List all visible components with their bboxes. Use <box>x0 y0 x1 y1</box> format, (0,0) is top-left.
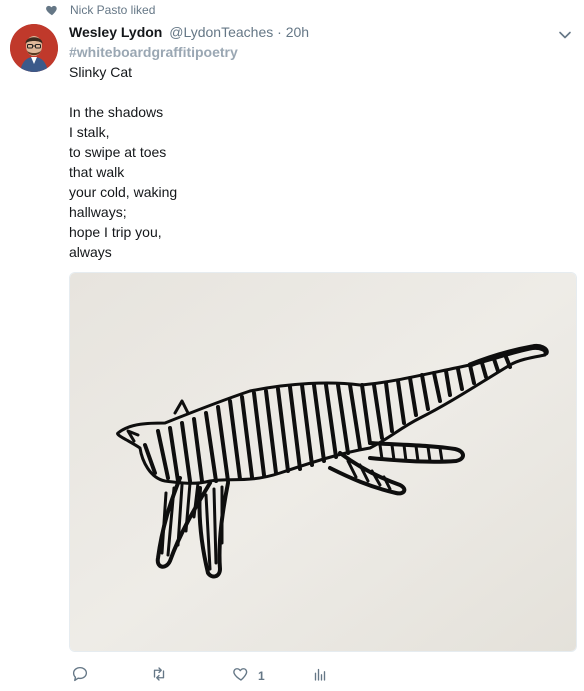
social-context-text[interactable]: Nick Pasto liked <box>70 3 155 17</box>
tweet-media-image[interactable] <box>69 272 577 652</box>
tweet-line: to swipe at toes <box>69 144 167 160</box>
header-separator: · <box>277 24 282 40</box>
analytics-button[interactable] <box>311 667 329 685</box>
tweet-header: Wesley Lydon @LydonTeaches · 20h <box>69 24 309 40</box>
retweet-button[interactable] <box>150 665 168 688</box>
tweet-line: I stalk, <box>69 124 110 140</box>
like-button[interactable]: 1 <box>232 667 265 685</box>
analytics-icon <box>311 665 329 688</box>
author-handle[interactable]: @LydonTeaches <box>169 24 273 40</box>
heart-icon <box>44 3 60 17</box>
tweet-line <box>69 82 177 102</box>
reply-icon <box>71 665 89 688</box>
like-count: 1 <box>258 669 265 683</box>
tweet-actions: 1 <box>0 665 584 688</box>
tweet-text: Slinky Cat In the shadows I stalk, to sw… <box>69 62 177 262</box>
author-name[interactable]: Wesley Lydon <box>69 24 162 40</box>
tweet-line: hope I trip you, <box>69 224 162 240</box>
tweet-line: always <box>69 244 112 260</box>
tweet-line: In the shadows <box>69 104 164 120</box>
tweet-line: that walk <box>69 164 125 180</box>
social-context: Nick Pasto liked <box>44 2 155 18</box>
tweet-line: hallways; <box>69 204 127 220</box>
author-avatar[interactable] <box>10 24 58 72</box>
tweet-line: Slinky Cat <box>69 64 133 80</box>
retweet-icon <box>150 665 168 688</box>
reply-button[interactable] <box>71 665 89 688</box>
chevron-down-icon[interactable] <box>557 27 573 43</box>
tweet-line: your cold, waking <box>69 184 178 200</box>
like-icon <box>232 665 250 688</box>
tweet-timestamp[interactable]: 20h <box>286 24 309 40</box>
hashtag-link[interactable]: #whiteboardgraffitipoetry <box>69 44 238 60</box>
